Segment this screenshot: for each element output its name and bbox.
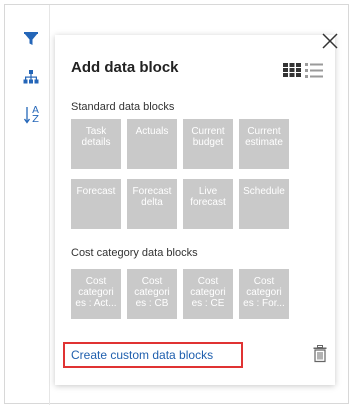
tile-forecast-delta[interactable]: Forecast delta — [127, 179, 177, 229]
sort-button[interactable]: A Z — [19, 103, 43, 127]
tile-current-estimate[interactable]: Current estimate — [239, 119, 289, 169]
tile-forecast[interactable]: Forecast — [71, 179, 121, 229]
list-view-button[interactable] — [305, 63, 323, 79]
filter-icon — [24, 32, 38, 45]
tile-live-forecast[interactable]: Live forecast — [183, 179, 233, 229]
rail-divider — [49, 5, 50, 405]
tile-cost-categories-cb[interactable]: Cost categori es : CB — [127, 269, 177, 319]
sort-arrow-icon — [24, 107, 31, 124]
add-data-block-panel: Add data block Standard data blocks Task… — [55, 35, 335, 385]
sort-az-icon: A Z — [23, 106, 39, 125]
app-frame: A Z Add data block Standard data blocks … — [4, 4, 349, 405]
hierarchy-button[interactable] — [19, 65, 43, 89]
tile-cost-categories-for[interactable]: Cost categori es : For... — [239, 269, 289, 319]
list-view-icon — [305, 63, 323, 78]
tile-task-details[interactable]: Task details — [71, 119, 121, 169]
tile-schedule[interactable]: Schedule — [239, 179, 289, 229]
tile-cost-categories-act[interactable]: Cost categori es : Act... — [71, 269, 121, 319]
create-custom-data-blocks-link[interactable]: Create custom data blocks — [63, 342, 243, 368]
cost-category-section-label: Cost category data blocks — [71, 247, 198, 259]
standard-tiles: Task details Actuals Current budget Curr… — [71, 119, 289, 229]
trash-icon — [313, 345, 327, 363]
close-icon — [322, 33, 338, 49]
grid-view-icon — [283, 63, 301, 77]
tile-actuals[interactable]: Actuals — [127, 119, 177, 169]
delete-button[interactable] — [313, 345, 327, 363]
standard-section-label: Standard data blocks — [71, 101, 175, 113]
filter-button[interactable] — [19, 27, 43, 51]
panel-title: Add data block — [71, 59, 179, 76]
cost-category-tiles: Cost categori es : Act... Cost categori … — [71, 269, 289, 319]
close-button[interactable] — [320, 31, 340, 51]
grid-view-button[interactable] — [283, 63, 301, 77]
tile-current-budget[interactable]: Current budget — [183, 119, 233, 169]
sort-glyph-z: Z — [32, 114, 39, 125]
hierarchy-icon — [23, 70, 39, 84]
tile-cost-categories-ce[interactable]: Cost categori es : CE — [183, 269, 233, 319]
